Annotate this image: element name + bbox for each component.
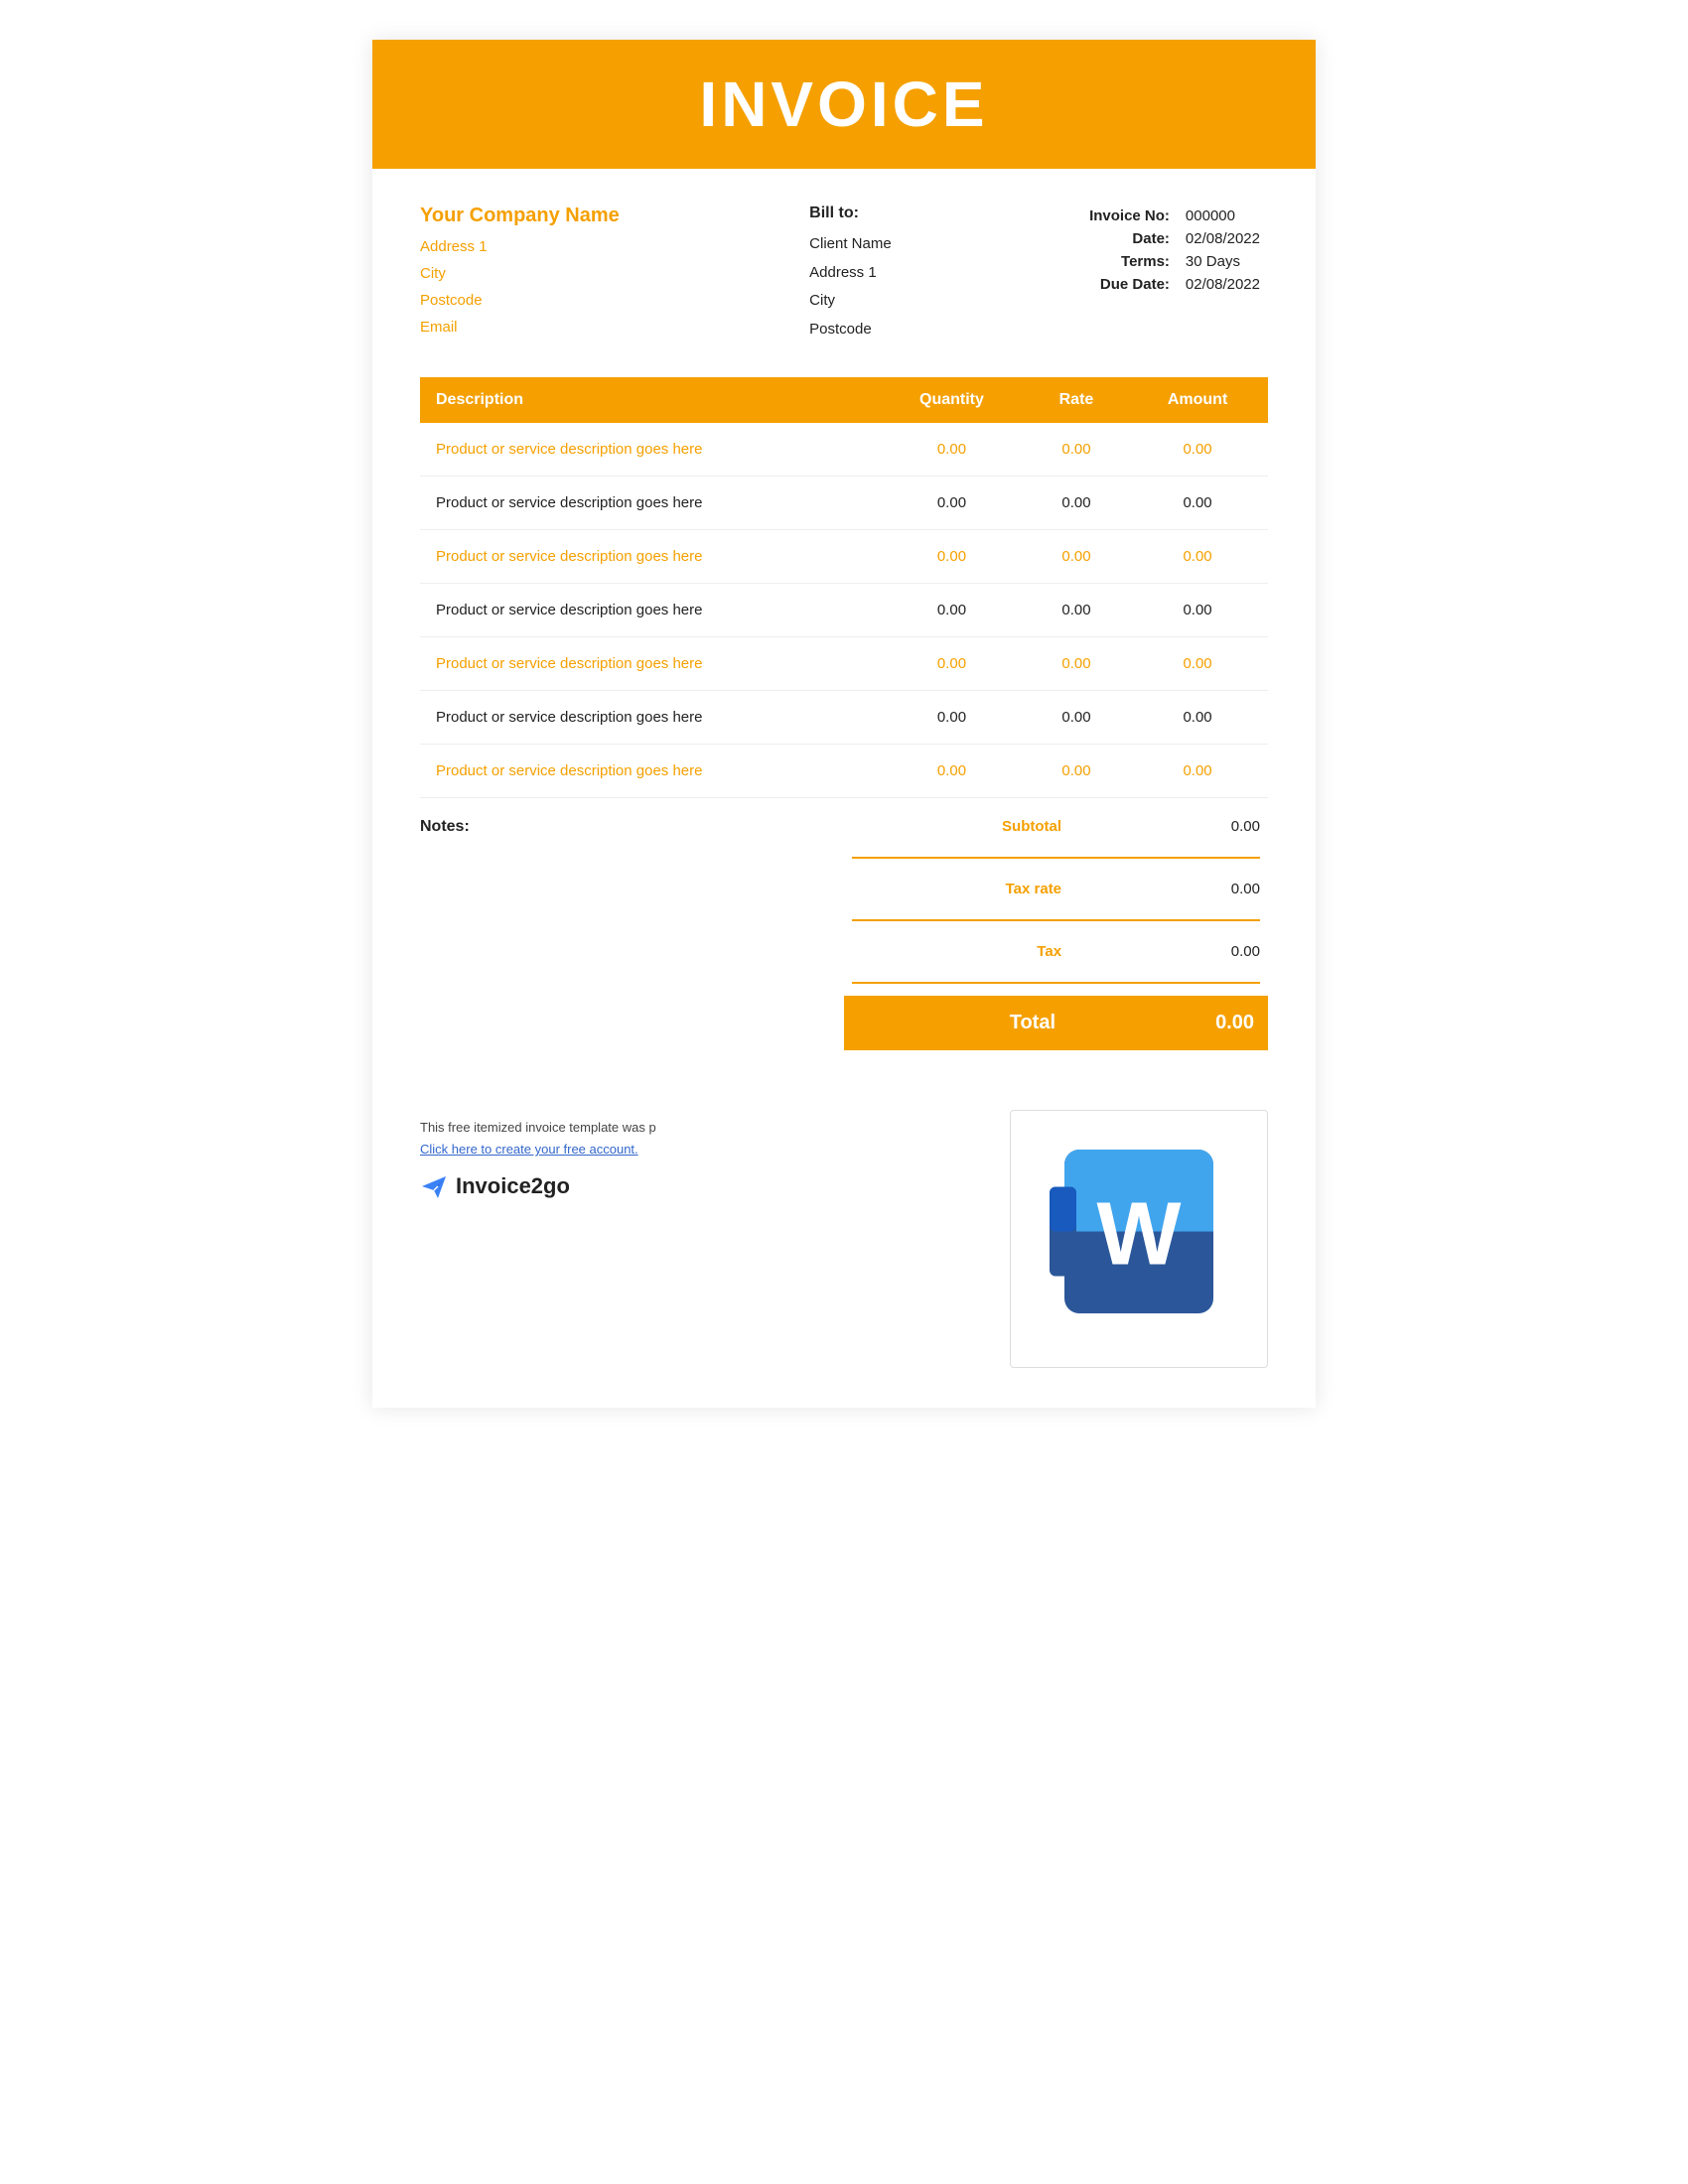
invoice-header: INVOICE [372,40,1316,169]
table-row: Product or service description goes here… [420,530,1268,584]
terms-value: 30 Days [1178,250,1268,273]
row-quantity: 0.00 [878,691,1026,745]
table-row: Product or service description goes here… [420,637,1268,691]
row-amount: 0.00 [1127,423,1268,477]
row-amount: 0.00 [1127,477,1268,530]
bill-to-label: Bill to: [809,205,892,222]
date-value: 02/08/2022 [1178,227,1268,250]
row-description: Product or service description goes here [420,637,878,691]
table-row: Product or service description goes here… [420,423,1268,477]
total-label: Total [844,996,1069,1050]
subtotal-value: 0.00 [1069,808,1268,845]
row-amount: 0.00 [1127,530,1268,584]
company-name: Your Company Name [420,205,620,227]
table-row: Product or service description goes here… [420,691,1268,745]
company-address1: Address 1 [420,233,620,260]
invoice-no-value: 000000 [1178,205,1268,227]
invoice-info: Your Company Name Address 1 City Postcod… [372,169,1316,367]
bill-to-city: City [809,287,892,316]
row-quantity: 0.00 [878,584,1026,637]
invoice-meta: Invoice No: 000000 Date: 02/08/2022 Term… [1081,205,1268,343]
footer-link[interactable]: Click here to create your free account. [420,1142,638,1157]
footer-section: This free itemized invoice template was … [372,1090,1316,1408]
notes-label: Notes: [420,818,470,835]
totals-table: Subtotal 0.00 Tax rate 0.00 Tax 0.00 [844,808,1268,1050]
row-rate: 0.00 [1026,530,1127,584]
bill-to: Bill to: Client Name Address 1 City Post… [809,205,892,343]
company-city: City [420,260,620,287]
col-header-quantity: Quantity [878,377,1026,423]
bill-to-postcode: Postcode [809,316,892,344]
invoice-no-label: Invoice No: [1081,205,1178,227]
row-quantity: 0.00 [878,745,1026,798]
due-date-value: 02/08/2022 [1178,273,1268,296]
tax-value: 0.00 [1069,933,1268,970]
tax-label: Tax [844,933,1069,970]
footer-logo: Invoice2go [420,1172,970,1200]
table-row: Product or service description goes here… [420,477,1268,530]
bottom-section: Notes: Subtotal 0.00 Tax rate 0.00 [372,808,1316,1090]
row-rate: 0.00 [1026,584,1127,637]
svg-text:W: W [1097,1185,1182,1285]
tax-rate-value: 0.00 [1069,871,1268,907]
terms-label: Terms: [1081,250,1178,273]
row-description: Product or service description goes here [420,691,878,745]
row-quantity: 0.00 [878,637,1026,691]
table-row: Product or service description goes here… [420,745,1268,798]
bill-to-client-name: Client Name [809,230,892,259]
row-description: Product or service description goes here [420,477,878,530]
row-quantity: 0.00 [878,477,1026,530]
word-icon: W [1050,1140,1228,1338]
invoice-container: INVOICE Your Company Name Address 1 City… [372,40,1316,1408]
row-rate: 0.00 [1026,477,1127,530]
company-postcode: Postcode [420,287,620,314]
row-description: Product or service description goes here [420,745,878,798]
word-icon-wrapper: W [1010,1110,1268,1368]
row-description: Product or service description goes here [420,530,878,584]
col-header-amount: Amount [1127,377,1268,423]
subtotal-label: Subtotal [844,808,1069,845]
row-quantity: 0.00 [878,530,1026,584]
totals-section: Subtotal 0.00 Tax rate 0.00 Tax 0.00 [844,808,1268,1050]
row-rate: 0.00 [1026,423,1127,477]
row-rate: 0.00 [1026,637,1127,691]
row-amount: 0.00 [1127,584,1268,637]
tax-rate-label: Tax rate [844,871,1069,907]
row-description: Product or service description goes here [420,423,878,477]
total-value: 0.00 [1069,996,1268,1050]
due-date-label: Due Date: [1081,273,1178,296]
invoice-table-section: Description Quantity Rate Amount Product… [372,377,1316,798]
date-label: Date: [1081,227,1178,250]
company-details: Your Company Name Address 1 City Postcod… [420,205,620,343]
invoice-title: INVOICE [372,68,1316,141]
row-amount: 0.00 [1127,637,1268,691]
company-email: Email [420,314,620,341]
row-amount: 0.00 [1127,691,1268,745]
row-rate: 0.00 [1026,691,1127,745]
footer-text: This free itemized invoice template was … [420,1120,970,1135]
row-quantity: 0.00 [878,423,1026,477]
logo-plane-icon [420,1172,448,1200]
row-rate: 0.00 [1026,745,1127,798]
table-row: Product or service description goes here… [420,584,1268,637]
col-header-rate: Rate [1026,377,1127,423]
bill-to-address1: Address 1 [809,259,892,288]
invoice-table: Description Quantity Rate Amount Product… [420,377,1268,798]
notes-section: Notes: [420,808,801,1050]
logo-text: Invoice2go [456,1173,570,1199]
footer-left: This free itemized invoice template was … [420,1110,970,1200]
row-amount: 0.00 [1127,745,1268,798]
row-description: Product or service description goes here [420,584,878,637]
col-header-description: Description [420,377,878,423]
